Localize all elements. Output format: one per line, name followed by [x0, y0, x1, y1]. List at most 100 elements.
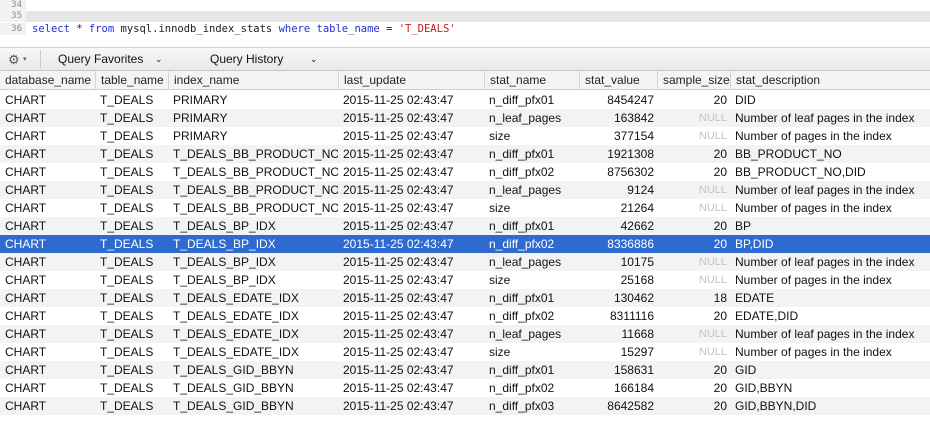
table-cell[interactable]: 2015-11-25 02:43:47: [338, 163, 484, 181]
table-row[interactable]: CHART T_DEALS T_DEALS_EDATE_IDX 2015-11-25 …: [0, 325, 930, 343]
table-cell[interactable]: T_DEALS: [95, 397, 168, 415]
table-cell[interactable]: T_DEALS_BB_PRODUCT_NO: [168, 199, 338, 217]
table-cell[interactable]: CHART: [0, 235, 95, 253]
table-cell[interactable]: T_DEALS: [95, 325, 168, 343]
table-cell[interactable]: n_diff_pfx02: [484, 235, 579, 253]
table-cell[interactable]: 8642582: [579, 397, 657, 415]
table-cell[interactable]: 163842: [579, 109, 657, 127]
table-cell[interactable]: T_DEALS_BB_PRODUCT_NO: [168, 145, 338, 163]
table-cell[interactable]: CHART: [0, 397, 95, 415]
table-cell[interactable]: Number of leaf pages in the index: [730, 109, 930, 127]
table-cell[interactable]: 2015-11-25 02:43:47: [338, 145, 484, 163]
table-cell[interactable]: 2015-11-25 02:43:47: [338, 397, 484, 415]
table-row[interactable]: CHART T_DEALS PRIMARY 2015-11-25 02:43:47 n_…: [0, 109, 930, 127]
table-cell[interactable]: CHART: [0, 181, 95, 199]
table-cell[interactable]: NULL: [657, 127, 730, 145]
table-cell[interactable]: n_diff_pfx02: [484, 307, 579, 325]
table-cell[interactable]: 20: [657, 163, 730, 181]
table-cell[interactable]: 9124: [579, 181, 657, 199]
column-header[interactable]: index_name: [168, 71, 338, 89]
table-cell[interactable]: T_DEALS: [95, 361, 168, 379]
table-cell[interactable]: Number of leaf pages in the index: [730, 181, 930, 199]
table-cell[interactable]: CHART: [0, 343, 95, 361]
table-cell[interactable]: GID,BBYN,DID: [730, 397, 930, 415]
table-cell[interactable]: n_leaf_pages: [484, 253, 579, 271]
table-cell[interactable]: 8454247: [579, 91, 657, 109]
table-cell[interactable]: T_DEALS: [95, 271, 168, 289]
table-cell[interactable]: T_DEALS: [95, 127, 168, 145]
table-cell[interactable]: T_DEALS_BP_IDX: [168, 235, 338, 253]
table-cell[interactable]: T_DEALS_BP_IDX: [168, 271, 338, 289]
table-cell[interactable]: CHART: [0, 253, 95, 271]
table-cell[interactable]: size: [484, 271, 579, 289]
table-cell[interactable]: T_DEALS_BP_IDX: [168, 253, 338, 271]
table-cell[interactable]: PRIMARY: [168, 109, 338, 127]
table-cell[interactable]: 2015-11-25 02:43:47: [338, 325, 484, 343]
table-row[interactable]: CHART T_DEALS T_DEALS_BB_PRODUCT_NO 2015-11…: [0, 181, 930, 199]
column-header[interactable]: database_name: [0, 71, 95, 89]
table-cell[interactable]: 2015-11-25 02:43:47: [338, 289, 484, 307]
table-cell[interactable]: 18: [657, 289, 730, 307]
table-cell[interactable]: T_DEALS: [95, 181, 168, 199]
table-cell[interactable]: T_DEALS_BB_PRODUCT_NO: [168, 181, 338, 199]
table-cell[interactable]: 8336886: [579, 235, 657, 253]
table-cell[interactable]: T_DEALS_BB_PRODUCT_NO: [168, 163, 338, 181]
table-cell[interactable]: T_DEALS: [95, 91, 168, 109]
query-history-menu[interactable]: Query History ⌄: [210, 48, 325, 70]
table-cell[interactable]: CHART: [0, 379, 95, 397]
table-cell[interactable]: 10175: [579, 253, 657, 271]
column-header[interactable]: last_update: [338, 71, 484, 89]
table-row[interactable]: CHART T_DEALS T_DEALS_BB_PRODUCT_NO 2015-11…: [0, 163, 930, 181]
table-cell[interactable]: size: [484, 343, 579, 361]
table-cell[interactable]: T_DEALS: [95, 343, 168, 361]
table-cell[interactable]: T_DEALS_BP_IDX: [168, 217, 338, 235]
sql-query-text[interactable]: select * from mysql.innodb_index_stats w…: [32, 23, 456, 35]
table-cell[interactable]: n_diff_pfx01: [484, 217, 579, 235]
table-cell[interactable]: EDATE,DID: [730, 307, 930, 325]
table-cell[interactable]: 25168: [579, 271, 657, 289]
table-cell[interactable]: 166184: [579, 379, 657, 397]
table-cell[interactable]: 20: [657, 361, 730, 379]
table-cell[interactable]: T_DEALS: [95, 379, 168, 397]
table-cell[interactable]: n_diff_pfx01: [484, 361, 579, 379]
table-cell[interactable]: EDATE: [730, 289, 930, 307]
table-cell[interactable]: CHART: [0, 145, 95, 163]
table-cell[interactable]: T_DEALS_GID_BBYN: [168, 379, 338, 397]
table-row[interactable]: CHART T_DEALS T_DEALS_BP_IDX 2015-11-25 02:…: [0, 217, 930, 235]
table-cell[interactable]: size: [484, 127, 579, 145]
table-cell[interactable]: 8311116: [579, 307, 657, 325]
table-cell[interactable]: n_diff_pfx03: [484, 397, 579, 415]
table-cell[interactable]: T_DEALS_EDATE_IDX: [168, 325, 338, 343]
table-cell[interactable]: 158631: [579, 361, 657, 379]
table-row[interactable]: CHART T_DEALS T_DEALS_BP_IDX 2015-11-25 02:…: [0, 271, 930, 289]
table-cell[interactable]: BP,DID: [730, 235, 930, 253]
table-cell[interactable]: 20: [657, 397, 730, 415]
table-row[interactable]: CHART T_DEALS T_DEALS_BB_PRODUCT_NO 2015-11…: [0, 145, 930, 163]
table-cell[interactable]: T_DEALS: [95, 289, 168, 307]
table-row[interactable]: CHART T_DEALS T_DEALS_EDATE_IDX 2015-11-25 …: [0, 289, 930, 307]
table-cell[interactable]: T_DEALS: [95, 199, 168, 217]
table-cell[interactable]: 20: [657, 379, 730, 397]
table-cell[interactable]: 2015-11-25 02:43:47: [338, 271, 484, 289]
table-cell[interactable]: n_diff_pfx01: [484, 289, 579, 307]
table-cell[interactable]: 2015-11-25 02:43:47: [338, 181, 484, 199]
table-row[interactable]: CHART T_DEALS T_DEALS_BB_PRODUCT_NO 2015-11…: [0, 199, 930, 217]
column-header[interactable]: sample_size: [657, 71, 730, 89]
table-cell[interactable]: PRIMARY: [168, 127, 338, 145]
query-favorites-menu[interactable]: Query Favorites ⌄: [58, 48, 168, 70]
table-cell[interactable]: Number of leaf pages in the index: [730, 253, 930, 271]
table-cell[interactable]: size: [484, 199, 579, 217]
table-cell[interactable]: CHART: [0, 325, 95, 343]
table-row[interactable]: CHART T_DEALS T_DEALS_BP_IDX 2015-11-25 02:…: [0, 253, 930, 271]
table-cell[interactable]: n_diff_pfx01: [484, 91, 579, 109]
table-cell[interactable]: n_diff_pfx02: [484, 163, 579, 181]
table-cell[interactable]: 2015-11-25 02:43:47: [338, 127, 484, 145]
table-cell[interactable]: 377154: [579, 127, 657, 145]
table-cell[interactable]: CHART: [0, 163, 95, 181]
table-cell[interactable]: PRIMARY: [168, 91, 338, 109]
table-cell[interactable]: 2015-11-25 02:43:47: [338, 235, 484, 253]
table-cell[interactable]: T_DEALS_EDATE_IDX: [168, 343, 338, 361]
gear-icon[interactable]: ⚙ ▾: [8, 51, 32, 68]
table-cell[interactable]: CHART: [0, 91, 95, 109]
table-cell[interactable]: 2015-11-25 02:43:47: [338, 91, 484, 109]
